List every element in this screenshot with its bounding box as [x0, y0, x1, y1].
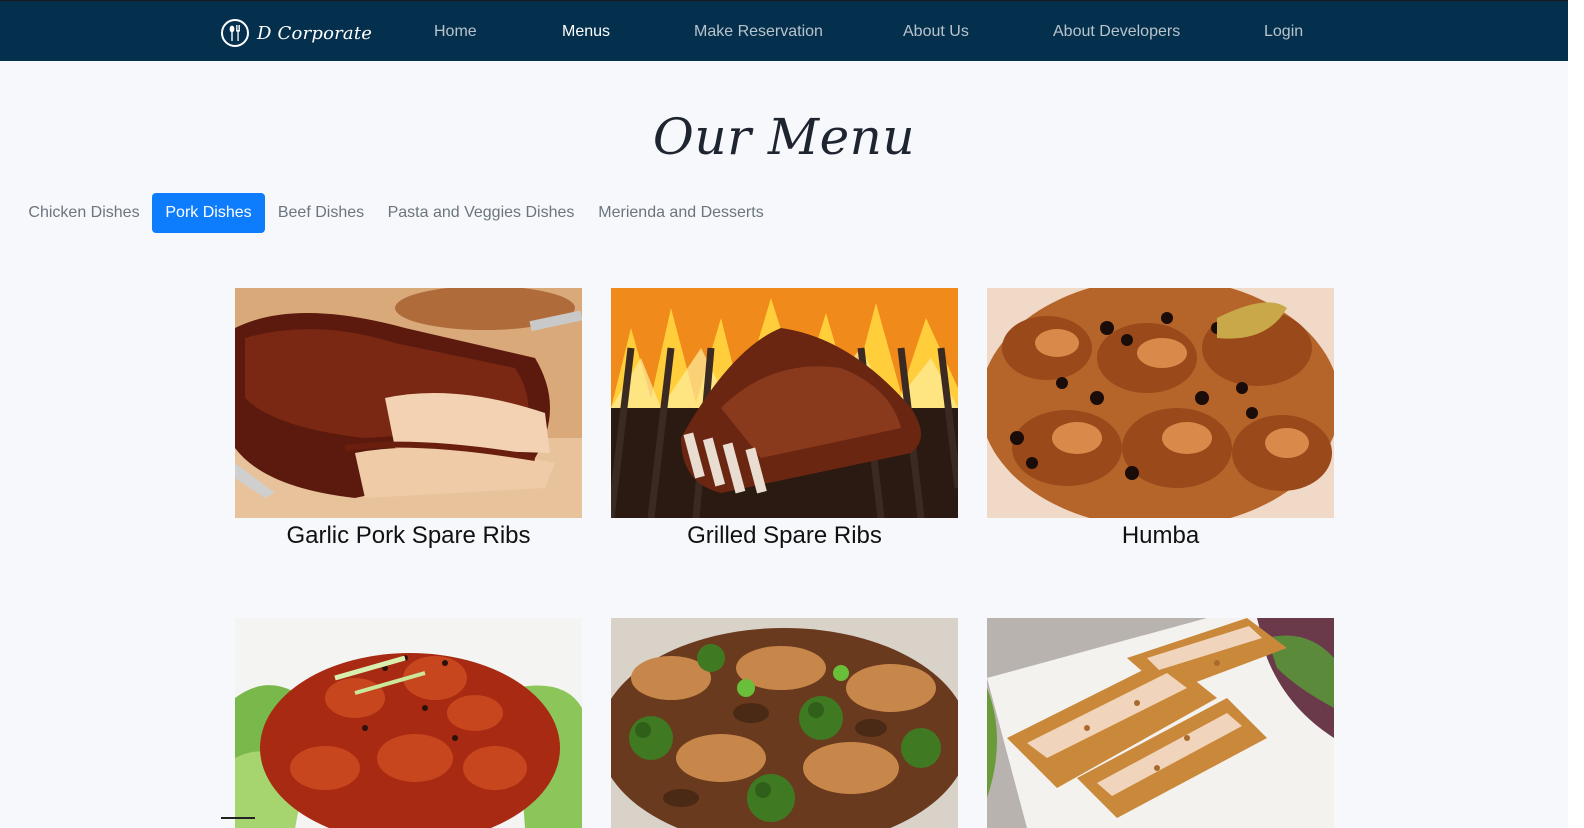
bottom-divider-mark	[221, 817, 255, 819]
dish-name: Humba	[1121, 522, 1200, 549]
tab-merienda-desserts[interactable]: Merienda and Desserts	[591, 193, 771, 233]
nav-home[interactable]: Home	[434, 23, 477, 41]
grilled-ribs-photo[interactable]	[611, 288, 958, 518]
nav-login[interactable]: Login	[1264, 23, 1303, 41]
top-navbar: D Corporate Home Menus Make Reservation …	[0, 0, 1568, 61]
page-scrollbar-track[interactable]	[1568, 0, 1584, 828]
pork-ribs-photo[interactable]	[235, 288, 582, 518]
dish-name: Grilled Spare Ribs	[687, 522, 882, 549]
brand-name: D Corporate	[257, 22, 373, 44]
brand[interactable]: D Corporate	[221, 17, 372, 49]
nav-about-developers[interactable]: About Developers	[1053, 23, 1180, 41]
sweet-spicy-pork-photo[interactable]	[235, 618, 582, 828]
tab-pasta-veggies-dishes[interactable]: Pasta and Veggies Dishes	[383, 193, 579, 233]
humba-photo[interactable]	[987, 288, 1334, 518]
fork-spoon-logo-icon	[221, 19, 249, 47]
nav-about-us[interactable]: About Us	[903, 23, 969, 41]
pork-broccoli-stirfry-photo[interactable]	[611, 618, 958, 828]
tab-chicken-dishes[interactable]: Chicken Dishes	[20, 193, 148, 233]
tab-beef-dishes[interactable]: Beef Dishes	[271, 193, 371, 233]
dish-name: Garlic Pork Spare Ribs	[286, 522, 531, 549]
tab-pork-dishes[interactable]: Pork Dishes	[152, 193, 265, 233]
page-title: Our Menu	[652, 108, 916, 166]
nav-menus[interactable]: Menus	[562, 23, 610, 41]
breaded-pork-cutlet-photo[interactable]	[987, 618, 1334, 828]
nav-make-reservation[interactable]: Make Reservation	[694, 23, 823, 41]
